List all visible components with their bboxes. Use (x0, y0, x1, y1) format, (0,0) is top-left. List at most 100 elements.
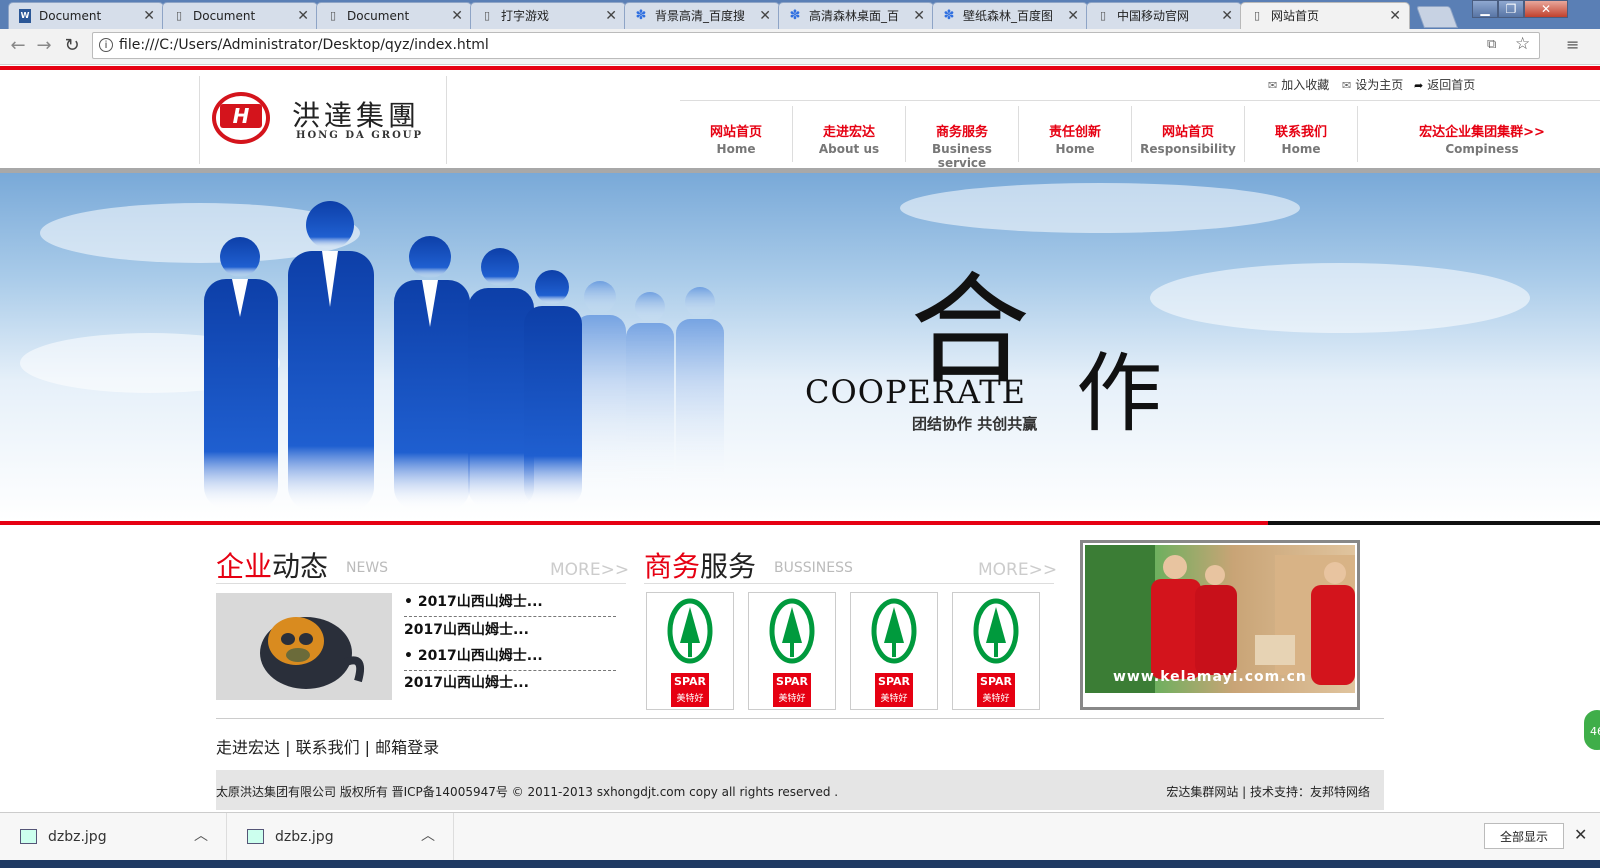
maximize-button[interactable]: ❐ (1498, 0, 1524, 18)
reload-icon[interactable]: ↻ (62, 35, 82, 56)
footer-bar: 太原洪达集团有限公司 版权所有 晋ICP备14005947号 © 2011-20… (216, 770, 1384, 810)
nav-label-cn: 责任创新 (1048, 125, 1101, 140)
address-toolbar: ← → ↻ i file:///C:/Users/Administrator/D… (0, 29, 1600, 65)
browser-tab[interactable]: ✽ 背景高清_百度搜 ✕ (624, 2, 780, 29)
browser-tab[interactable]: ▯ Document ✕ (316, 2, 472, 29)
store-photo[interactable]: www.kelamayi.com.cn (1080, 540, 1360, 710)
browser-tab[interactable]: ✽ 壁纸森林_百度图 ✕ (932, 2, 1088, 29)
menu-icon[interactable]: ≡ (1566, 35, 1579, 54)
monkey-logo-image (260, 617, 365, 689)
share-arrow-icon: ➦ (1414, 79, 1424, 92)
spar-cn-text: 美特好 (880, 694, 908, 704)
chevron-up-icon[interactable]: ︿ (421, 825, 435, 845)
tab-label: 中国移动官网 (1117, 9, 1190, 23)
top-link-back-home[interactable]: ➦ 返回首页 (1414, 76, 1475, 92)
nav-label-cn: 网站首页 (709, 125, 762, 140)
spar-logo-card[interactable]: SPAR 美特好 (850, 592, 938, 710)
news-more-link[interactable]: MORE>> (550, 560, 629, 580)
cloud-shape (900, 183, 1300, 233)
close-icon[interactable]: ✕ (605, 3, 617, 29)
close-icon[interactable]: ✕ (759, 3, 771, 29)
browser-tab[interactable]: ✽ 高清森林桌面_百 ✕ (778, 2, 934, 29)
services-more-link[interactable]: MORE>> (978, 560, 1057, 580)
close-icon[interactable]: ✕ (1574, 825, 1587, 844)
nav-item-home[interactable]: 网站首页 Home (680, 106, 792, 160)
spar-logo-card[interactable]: SPAR 美特好 (952, 592, 1040, 710)
browser-tab[interactable]: W Document ✕ (8, 2, 164, 29)
top-link-homepage[interactable]: ✉ 设为主页 (1342, 76, 1404, 92)
footer-rule (216, 718, 1384, 719)
nav-item-business[interactable]: 商务服务 Business service (906, 106, 1018, 170)
back-arrow-icon[interactable]: ← (8, 35, 28, 56)
chevron-up-icon[interactable]: ︿ (194, 825, 208, 845)
nav-label-cn: 联系我们 (1274, 125, 1327, 140)
banner-cooperate-text: COOPERATE (805, 373, 1026, 411)
news-item[interactable]: 2017山西山姆士... (404, 671, 616, 697)
news-title-rule (216, 583, 626, 584)
top-link-favorite[interactable]: ✉ 加入收藏 (1268, 76, 1329, 92)
baidu-paw-icon: ✽ (789, 8, 801, 23)
close-icon[interactable]: ✕ (1067, 3, 1079, 29)
nav-item-group[interactable]: 宏达企业集团集群>> Compiness (1372, 106, 1592, 160)
banner-char-zuo: 作 (1076, 344, 1162, 444)
browser-tab[interactable]: ▯ 打字游戏 ✕ (470, 2, 626, 29)
word-icon: W (19, 9, 31, 23)
logo-english-name: HONG DA GROUP (296, 130, 424, 141)
new-tab-button[interactable] (1415, 6, 1459, 28)
download-item[interactable]: dzbz.jpg ︿ (227, 813, 454, 861)
browser-tab[interactable]: ▯ 中国移动官网 ✕ (1086, 2, 1242, 29)
side-badge[interactable]: 46 (1582, 708, 1600, 752)
forward-arrow-icon[interactable]: → (34, 35, 54, 56)
close-icon[interactable]: ✕ (143, 3, 155, 29)
nav-item-innovation[interactable]: 责任创新 Home (1019, 106, 1131, 160)
logo-chinese-name: 洪達集團 (292, 99, 421, 132)
close-icon[interactable]: ✕ (913, 3, 925, 29)
news-thumbnail[interactable] (216, 593, 392, 700)
mail-icon: ✉ (1268, 79, 1278, 92)
spar-logo-card[interactable]: SPAR 美特好 (748, 592, 836, 710)
baidu-paw-icon: ✽ (943, 8, 955, 23)
services-subtitle: BUSSINESS (774, 560, 853, 576)
news-item[interactable]: • 2017山西山姆士... (404, 590, 616, 617)
close-icon[interactable]: ✕ (1389, 3, 1401, 29)
banner-red-rule (0, 521, 1268, 525)
info-icon[interactable]: i (99, 38, 113, 52)
top-link-label: 设为主页 (1355, 78, 1404, 92)
spar-text: SPAR (776, 675, 808, 688)
page-icon: ▯ (175, 9, 183, 22)
page-icon: ▯ (329, 9, 337, 22)
copyright-text: 太原洪达集团有限公司 版权所有 晋ICP备14005947号 © 2011-20… (216, 785, 839, 799)
image-file-icon (247, 829, 264, 844)
nav-item-about[interactable]: 走进宏达 About us (793, 106, 905, 160)
tab-label: 打字游戏 (501, 9, 550, 23)
download-item[interactable]: dzbz.jpg ︿ (0, 813, 227, 861)
minimize-button[interactable]: ▁ (1472, 0, 1498, 18)
news-title-red: 企业 (216, 550, 273, 583)
close-icon[interactable]: ✕ (451, 3, 463, 29)
browser-tab[interactable]: ▯ Document ✕ (162, 2, 318, 29)
spar-text: SPAR (674, 675, 706, 688)
bookmark-star-icon[interactable]: ☆ (1515, 34, 1530, 54)
tab-label: 网站首页 (1271, 9, 1320, 23)
window-close-button[interactable]: ✕ (1524, 0, 1568, 18)
browser-tab-strip: W Document ✕ ▯ Document ✕ ▯ Document ✕ ▯… (0, 0, 1600, 29)
close-icon[interactable]: ✕ (297, 3, 309, 29)
nav-label-cn: 网站首页 (1161, 125, 1214, 140)
url-text[interactable]: file:///C:/Users/Administrator/Desktop/q… (119, 37, 489, 53)
show-all-downloads-button[interactable]: 全部显示 (1484, 823, 1564, 849)
nav-item-contact[interactable]: 联系我们 Home (1245, 106, 1357, 160)
translate-icon[interactable]: ⧉ (1487, 37, 1496, 52)
download-filename: dzbz.jpg (275, 829, 334, 845)
spar-logo-card[interactable]: SPAR 美特好 (646, 592, 734, 710)
nav-item-responsibility[interactable]: 网站首页 Responsibility (1132, 106, 1244, 160)
services-title-red: 商务 (644, 550, 701, 583)
footer-links[interactable]: 走进宏达 | 联系我们 | 邮箱登录 (216, 734, 439, 758)
close-icon[interactable]: ✕ (1221, 3, 1233, 29)
news-item[interactable]: 2017山西山姆士... (404, 618, 616, 644)
news-item[interactable]: • 2017山西山姆士... (404, 644, 616, 671)
address-bar[interactable]: i file:///C:/Users/Administrator/Desktop… (92, 32, 1540, 59)
nav-divider (1357, 106, 1358, 162)
baidu-paw-icon: ✽ (635, 8, 647, 23)
browser-tab-active[interactable]: ▯ 网站首页 ✕ (1240, 2, 1410, 29)
logo[interactable]: H 洪達集團 HONG DA GROUP (199, 76, 447, 164)
